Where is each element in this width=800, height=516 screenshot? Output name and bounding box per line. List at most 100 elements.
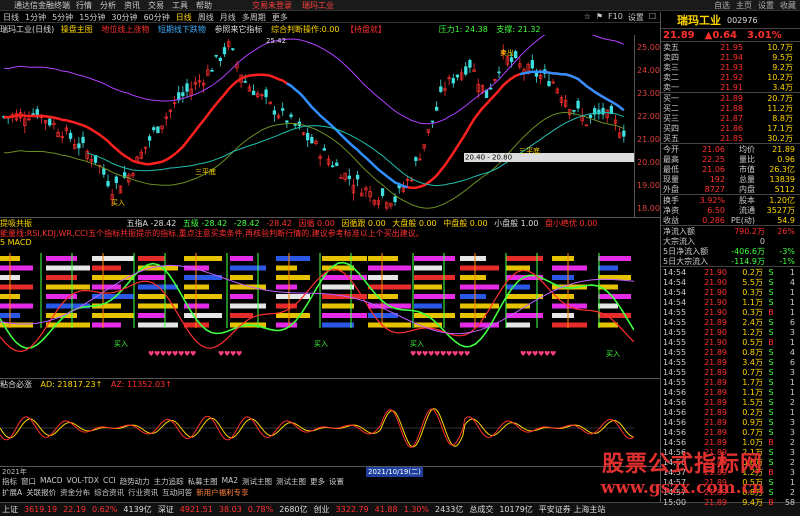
bid-row[interactable]: 买一 21.89 20.7万 (661, 93, 800, 103)
menu-item[interactable]: 行情 (76, 0, 92, 11)
oscillator-chart[interactable] (0, 388, 634, 466)
tick-time: 14:56 (663, 417, 687, 427)
ask-row[interactable]: 卖二 21.92 10.2万 (661, 72, 800, 82)
ask-row[interactable]: 卖一 21.91 3.4万 (661, 82, 800, 92)
band-segment (460, 313, 486, 318)
candle-body (322, 148, 326, 151)
f10-button[interactable]: F10 (608, 12, 623, 22)
login-status[interactable]: 交易未登录 (252, 0, 292, 11)
ask-price: 21.91 (720, 82, 743, 92)
indicator-value: 大盘般 0.00 (392, 219, 437, 227)
period-tab[interactable]: 5分钟 (52, 12, 73, 22)
tick-row: 14:56 21.89 0.9万 S 3 (661, 417, 800, 427)
band-segment (368, 284, 411, 290)
candle-body (251, 90, 256, 96)
heart-marker: ♥ (464, 350, 470, 358)
ask-row[interactable]: 卖三 21.93 9.2万 (661, 62, 800, 72)
band-segment (552, 256, 574, 261)
index-name[interactable]: 创业 (314, 504, 330, 515)
menu-item[interactable]: 分析 (100, 0, 116, 11)
legend-label: 地位线上涨物 (101, 25, 150, 34)
index-amount: 4139亿 (123, 505, 152, 514)
index-name[interactable]: 上证 (2, 504, 18, 515)
band-segment (92, 284, 121, 290)
extension-tab[interactable]: 资金分布 (60, 487, 90, 497)
extension-tab[interactable]: 综合资讯 (94, 487, 124, 497)
extension-tab[interactable]: 互动问答 (162, 487, 192, 497)
menu-item[interactable]: 帮助 (196, 0, 212, 11)
candle-body (106, 181, 110, 187)
period-tab[interactable]: 多周期 (242, 12, 266, 22)
bid-row[interactable]: 买四 21.86 17.1万 (661, 123, 800, 133)
indicator-name[interactable]: 提吸共振 (0, 219, 32, 227)
period-tab[interactable]: 60分钟 (144, 12, 170, 22)
extension-tab[interactable]: 行业资讯 (128, 487, 158, 497)
tick-side: S (768, 267, 774, 277)
index-change: 22.19 (63, 505, 86, 514)
window-icon[interactable]: ☐ (649, 12, 656, 22)
indicator-tab[interactable]: 趋势动力 (120, 476, 150, 486)
extension-tab[interactable]: 新用户福利专享 (196, 487, 249, 497)
sell-label: 卖出 (500, 48, 514, 57)
candle-body (455, 74, 460, 78)
band-segment (552, 322, 587, 328)
index-name[interactable]: 深证 (158, 504, 174, 515)
period-tab[interactable]: 30分钟 (111, 12, 137, 22)
flag-icon[interactable]: ⚑ (596, 12, 603, 22)
window-control[interactable]: 收藏 (780, 0, 796, 11)
menu-item[interactable]: 工具 (172, 0, 188, 11)
indicator-tab[interactable]: CCI (103, 476, 116, 486)
bid-row[interactable]: 买五 21.85 30.2万 (661, 133, 800, 143)
candle-body (497, 71, 501, 74)
band-segment (322, 322, 354, 328)
period-tab[interactable]: 月线 (220, 12, 236, 22)
window-control[interactable]: 自选 (714, 0, 730, 11)
window-control[interactable]: 主页 (736, 0, 752, 11)
ask-row[interactable]: 卖四 21.94 9.5万 (661, 52, 800, 62)
period-tab[interactable]: 周线 (198, 12, 214, 22)
star-icon[interactable]: ☆ (584, 12, 591, 22)
tick-price: 21.90 (704, 307, 727, 317)
tick-count: 6 (789, 357, 795, 367)
tick-side: S (768, 397, 774, 407)
candle-body (231, 48, 235, 51)
band-segment (138, 322, 178, 328)
indicator-tab[interactable]: 指标 (2, 476, 17, 486)
indicator-tab[interactable]: 更多 (310, 476, 325, 486)
bid-row[interactable]: 买三 21.87 8.8万 (661, 113, 800, 123)
indicator-tab[interactable]: VOL-TDX (66, 476, 98, 486)
tick-row: 14:55 21.89 1.7万 S 1 (661, 377, 800, 387)
tick-time: 14:56 (663, 427, 687, 437)
candlestick-chart[interactable]: 20.40 - 20.80 25.42 三平底 三平底 买入 卖出 (0, 35, 634, 217)
chart-indicator-name[interactable]: 操盘主图 (61, 25, 93, 34)
period-tab-active[interactable]: 日线 (176, 12, 192, 22)
band-segment (460, 303, 499, 309)
candle-body (68, 132, 73, 139)
flow-pct: -1% (779, 256, 795, 266)
date-axis: 2021年 2021/10/19(二) (0, 466, 660, 477)
indicator-tab[interactable]: 私募主图 (188, 476, 218, 486)
indicator-tab[interactable]: MACD (40, 476, 62, 486)
menu-item[interactable]: 资讯 (124, 0, 140, 11)
indicator-tab[interactable]: MA2 (222, 476, 238, 486)
indicator-tab[interactable]: 主力追踪 (154, 476, 184, 486)
period-tab[interactable]: 更多 (272, 12, 288, 22)
settings-button[interactable]: 设置 (628, 12, 644, 22)
indicator-tab[interactable]: 测试主图 (276, 476, 306, 486)
extension-tab[interactable]: 扩展A (2, 487, 22, 497)
period-tab[interactable]: 日线 (3, 12, 19, 22)
period-tab[interactable]: 15分钟 (79, 12, 105, 22)
tick-time: 14:56 (663, 407, 687, 417)
resonance-indicator-chart[interactable]: ♥ ♥ ♥ ♥ ♥ ♥ ♥ ♥ ♥ ♥ ♥ ♥ ♥ ♥ ♥ ♥ ♥ ♥ ♥ ♥ ♥ ♥ ♥ ♥ ♥ ♥ ♥ ♥ 买入 买入 买入 买入 (0, 248, 634, 376)
indicator-tab[interactable]: 测试主图 (242, 476, 272, 486)
indicator-tab[interactable]: 窗口 (21, 476, 36, 486)
ask-row[interactable]: 卖五 21.95 10.7万 (661, 42, 800, 52)
extension-tab[interactable]: 关联报价 (26, 487, 56, 497)
menu-item[interactable]: 交易 (148, 0, 164, 11)
ask-level: 卖一 (663, 82, 679, 92)
bid-row[interactable]: 买二 21.88 11.2万 (661, 103, 800, 113)
window-control[interactable]: 设置 (758, 0, 774, 11)
indicator-header: 提吸共振 五指A -28.42 五级 -28.42 -28.42 -28.42 … (0, 217, 660, 227)
indicator-tab[interactable]: 设置 (329, 476, 344, 486)
period-tab[interactable]: 1分钟 (25, 12, 46, 22)
